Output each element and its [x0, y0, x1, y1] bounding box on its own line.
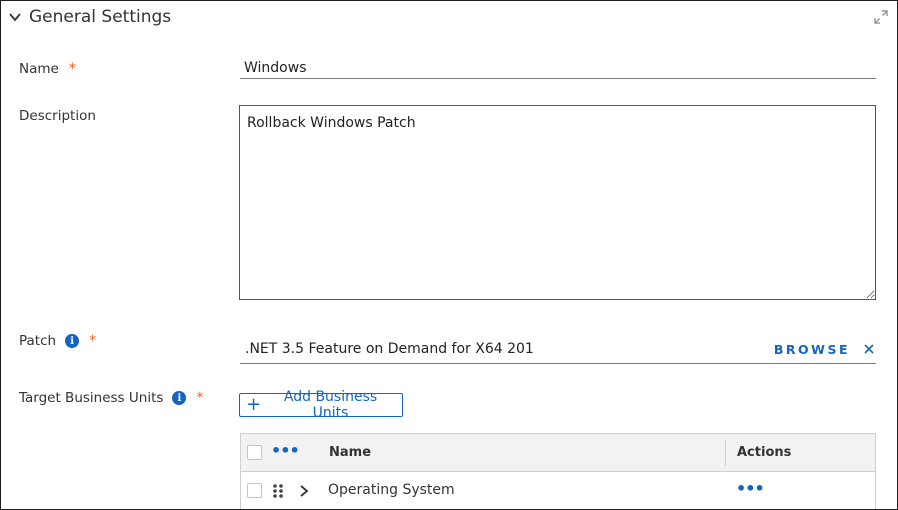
name-label: Name *	[19, 61, 76, 77]
column-divider[interactable]	[725, 440, 726, 466]
close-icon[interactable]	[862, 342, 876, 356]
required-marker: *	[68, 61, 76, 77]
table-row[interactable]: Operating System •••	[241, 472, 875, 509]
chevron-right-icon[interactable]	[297, 484, 311, 498]
browse-button[interactable]: BROWSE	[774, 342, 850, 357]
required-marker: *	[196, 390, 204, 406]
target-business-units-label: Target Business Units i *	[19, 390, 203, 406]
select-all-checkbox[interactable]	[247, 445, 262, 460]
more-options-icon[interactable]: •••	[271, 443, 300, 459]
name-label-text: Name	[19, 61, 59, 77]
row-checkbox[interactable]	[247, 483, 262, 498]
info-icon[interactable]: i	[65, 334, 80, 348]
expand-icon[interactable]	[873, 9, 889, 25]
drag-handle-icon[interactable]	[272, 483, 284, 499]
add-business-units-button[interactable]: + Add Business Units	[239, 389, 403, 421]
patch-label-text: Patch	[19, 333, 57, 349]
column-header-name[interactable]: Name	[329, 445, 371, 460]
plus-icon: +	[246, 394, 262, 415]
row-name: Operating System	[328, 482, 455, 498]
name-input[interactable]	[240, 57, 876, 79]
required-marker: *	[89, 333, 97, 349]
patch-label: Patch i *	[19, 333, 96, 349]
section-title: General Settings	[29, 7, 172, 27]
row-actions-icon[interactable]: •••	[736, 481, 765, 497]
patch-field: .NET 3.5 Feature on Demand for X64 201 B…	[240, 335, 876, 364]
description-label-text: Description	[19, 108, 96, 124]
business-units-grid: ••• Name Actions Operating System •••	[240, 433, 876, 509]
add-business-units-label: Add Business Units	[283, 389, 378, 421]
column-header-actions: Actions	[737, 445, 792, 460]
description-textarea[interactable]: Rollback Windows Patch	[239, 105, 876, 300]
chevron-down-icon	[9, 13, 21, 22]
section-toggle[interactable]: General Settings	[7, 5, 171, 29]
description-label: Description	[19, 108, 96, 124]
general-settings-panel: General Settings Name * Description Roll…	[0, 0, 898, 510]
grid-header: ••• Name Actions	[241, 434, 875, 472]
patch-value[interactable]: .NET 3.5 Feature on Demand for X64 201	[240, 341, 774, 357]
info-icon[interactable]: i	[172, 391, 187, 405]
target-bu-label-text: Target Business Units	[19, 390, 164, 406]
